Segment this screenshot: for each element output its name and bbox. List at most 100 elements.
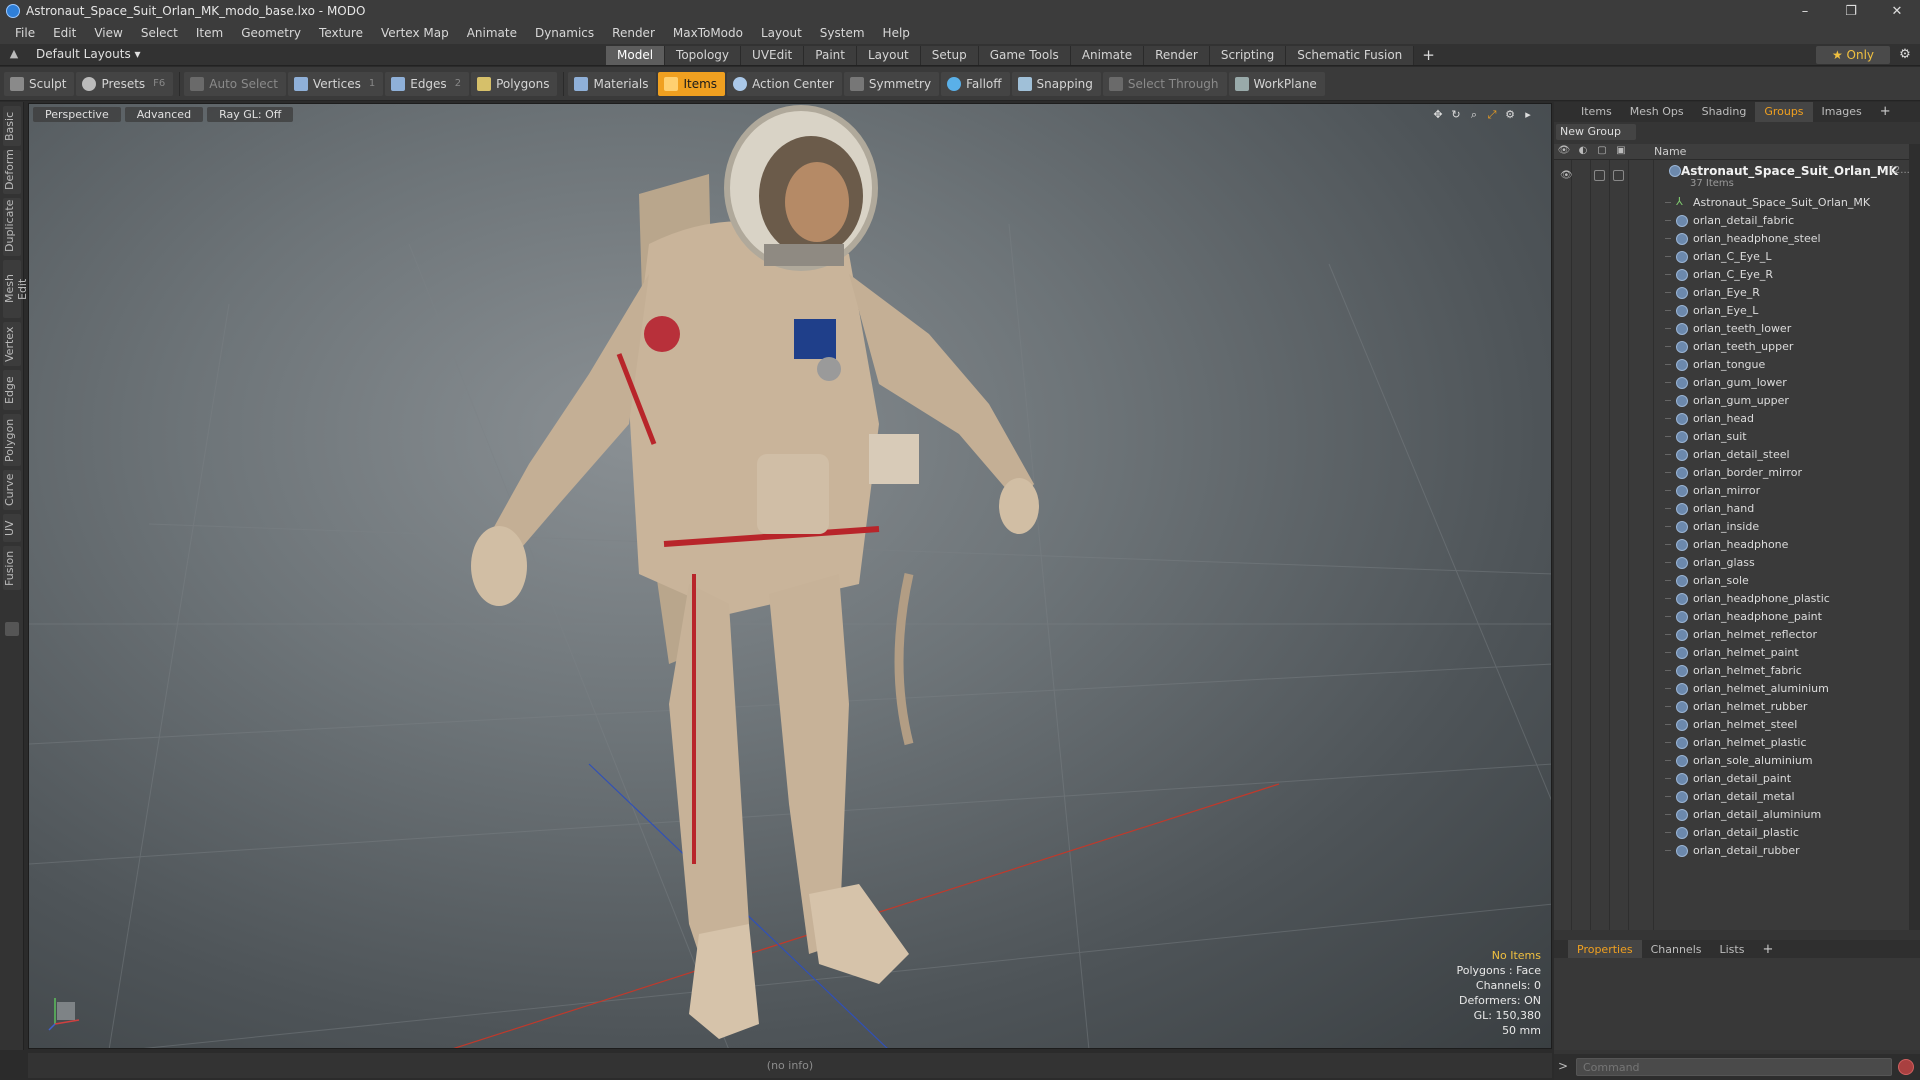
menu-geometry[interactable]: Geometry	[232, 22, 310, 44]
list-item[interactable]: orlan_mirror	[1554, 482, 1909, 500]
zoom-icon[interactable]: ⌕	[1465, 107, 1483, 122]
add-panel-tab-button[interactable]: +	[1871, 102, 1900, 122]
only-button[interactable]: ★ Only	[1816, 46, 1890, 64]
menu-maxtomodo[interactable]: MaxToModo	[664, 22, 752, 44]
list-item[interactable]: orlan_detail_metal	[1554, 788, 1909, 806]
pan-icon[interactable]: ✥	[1429, 107, 1447, 122]
menu-help[interactable]: Help	[874, 22, 919, 44]
list-item[interactable]: orlan_detail_paint	[1554, 770, 1909, 788]
default-layouts-dropdown[interactable]: Default Layouts ▾	[36, 47, 141, 63]
edges-button[interactable]: Edges 2	[385, 71, 470, 96]
snapping-button[interactable]: Snapping	[1011, 71, 1101, 96]
tab-schematic-fusion[interactable]: Schematic Fusion	[1286, 46, 1415, 65]
vertices-button[interactable]: Vertices 1	[287, 71, 384, 96]
symmetry-button[interactable]: Symmetry	[843, 71, 940, 96]
list-item[interactable]: orlan_suit	[1554, 428, 1909, 446]
rotate-icon[interactable]: ↻	[1447, 107, 1465, 122]
list-item[interactable]: orlan_detail_steel	[1554, 446, 1909, 464]
list-item[interactable]: orlan_teeth_upper	[1554, 338, 1909, 356]
menu-view[interactable]: View	[85, 22, 131, 44]
list-item[interactable]: orlan_headphone_steel	[1554, 230, 1909, 248]
list-item[interactable]: orlan_headphone_plastic	[1554, 590, 1909, 608]
raygl-toggle[interactable]: Ray GL: Off	[207, 107, 294, 122]
list-item[interactable]: orlan_C_Eye_R	[1554, 266, 1909, 284]
list-item[interactable]: orlan_detail_plastic	[1554, 824, 1909, 842]
menu-animate[interactable]: Animate	[458, 22, 526, 44]
name-column-header[interactable]: Name	[1654, 145, 1686, 158]
fit-icon[interactable]: ⤢	[1483, 107, 1501, 122]
select-through-button[interactable]: Select Through	[1102, 71, 1227, 96]
viewport-settings-icon[interactable]: ⚙	[1501, 107, 1519, 122]
side-panel-toggle-button[interactable]	[5, 622, 19, 636]
action-center-button[interactable]: Action Center	[727, 71, 842, 96]
list-item[interactable]: orlan_tongue	[1554, 356, 1909, 374]
tab-render[interactable]: Render	[1144, 46, 1210, 65]
menu-dynamics[interactable]: Dynamics	[526, 22, 603, 44]
items-button[interactable]: Items	[658, 71, 726, 96]
tab-properties[interactable]: Properties	[1568, 940, 1642, 960]
falloff-button[interactable]: Falloff	[941, 71, 1010, 96]
tab-items[interactable]: Items	[1572, 102, 1621, 122]
gear-icon[interactable]: ⚙	[1896, 46, 1914, 64]
menu-layout[interactable]: Layout	[752, 22, 811, 44]
list-item[interactable]: orlan_headphone	[1554, 536, 1909, 554]
maximize-button[interactable]: ❐	[1828, 0, 1874, 22]
list-item[interactable]: orlan_head	[1554, 410, 1909, 428]
workplane-button[interactable]: WorkPlane	[1228, 71, 1325, 96]
tab-layout[interactable]: Layout	[856, 46, 921, 65]
list-item[interactable]: orlan_border_mirror	[1554, 464, 1909, 482]
list-item[interactable]: orlan_helmet_fabric	[1554, 662, 1909, 680]
menu-texture[interactable]: Texture	[310, 22, 372, 44]
tab-images[interactable]: Images	[1813, 102, 1871, 122]
sidetab-fusion[interactable]: Fusion	[3, 546, 21, 590]
3d-viewport[interactable]: Perspective Advanced Ray GL: Off ✥ ↻ ⌕ ⤢…	[28, 103, 1552, 1049]
menu-select[interactable]: Select	[132, 22, 187, 44]
list-item[interactable]: orlan_helmet_rubber	[1554, 698, 1909, 716]
list-item[interactable]: orlan_detail_rubber	[1554, 842, 1909, 860]
render-toggle-box[interactable]	[1594, 170, 1605, 181]
list-item[interactable]: orlan_headphone_paint	[1554, 608, 1909, 626]
list-item[interactable]: orlan_detail_aluminium	[1554, 806, 1909, 824]
tab-game-tools[interactable]: Game Tools	[978, 46, 1071, 65]
tab-shading[interactable]: Shading	[1693, 102, 1756, 122]
menu-system[interactable]: System	[811, 22, 874, 44]
render-column-icon[interactable]: ◐	[1576, 145, 1590, 159]
shading-mode-dropdown[interactable]: Advanced	[124, 107, 204, 122]
list-item[interactable]: orlan_C_Eye_L	[1554, 248, 1909, 266]
auto-select-button[interactable]: Auto Select	[184, 71, 286, 96]
tab-groups[interactable]: Groups	[1755, 102, 1813, 122]
tab-lists[interactable]: Lists	[1711, 940, 1754, 960]
polygons-button[interactable]: Polygons	[471, 71, 558, 96]
sidetab-curve[interactable]: Curve	[3, 470, 21, 510]
tab-uvedit[interactable]: UVEdit	[741, 46, 805, 65]
sculpt-button[interactable]: Sculpt	[4, 71, 75, 96]
menu-vertex-map[interactable]: Vertex Map	[372, 22, 458, 44]
list-item[interactable]: orlan_detail_fabric	[1554, 212, 1909, 230]
list-item[interactable]: orlan_teeth_lower	[1554, 320, 1909, 338]
sidetab-deform[interactable]: Deform	[3, 149, 21, 194]
add-tab-button[interactable]: +	[1414, 46, 1443, 65]
menu-render[interactable]: Render	[603, 22, 664, 44]
sidetab-uv[interactable]: UV	[3, 514, 21, 542]
menu-file[interactable]: File	[6, 22, 44, 44]
new-group-button[interactable]: New Group	[1556, 124, 1636, 140]
menu-item[interactable]: Item	[187, 22, 232, 44]
sidetab-duplicate[interactable]: Duplicate	[3, 198, 21, 256]
sidetab-polygon[interactable]: Polygon	[3, 414, 21, 466]
add-properties-tab-button[interactable]: +	[1753, 940, 1782, 960]
list-item[interactable]: orlan_inside	[1554, 518, 1909, 536]
list-item[interactable]: orlan_hand	[1554, 500, 1909, 518]
list-item[interactable]: orlan_sole	[1554, 572, 1909, 590]
tab-setup[interactable]: Setup	[920, 46, 979, 65]
list-item[interactable]: orlan_helmet_steel	[1554, 716, 1909, 734]
tab-paint[interactable]: Paint	[804, 46, 857, 65]
sidetab-mesh-edit[interactable]: Mesh Edit	[3, 260, 29, 318]
tab-topology[interactable]: Topology	[665, 46, 742, 65]
list-item[interactable]: orlan_glass	[1554, 554, 1909, 572]
tab-model[interactable]: Model	[606, 46, 666, 65]
visibility-column-icon[interactable]: 👁	[1557, 145, 1571, 159]
tab-mesh-ops[interactable]: Mesh Ops	[1621, 102, 1693, 122]
sidetab-vertex[interactable]: Vertex	[3, 322, 21, 366]
menu-edit[interactable]: Edit	[44, 22, 85, 44]
view-mode-dropdown[interactable]: Perspective	[33, 107, 121, 122]
